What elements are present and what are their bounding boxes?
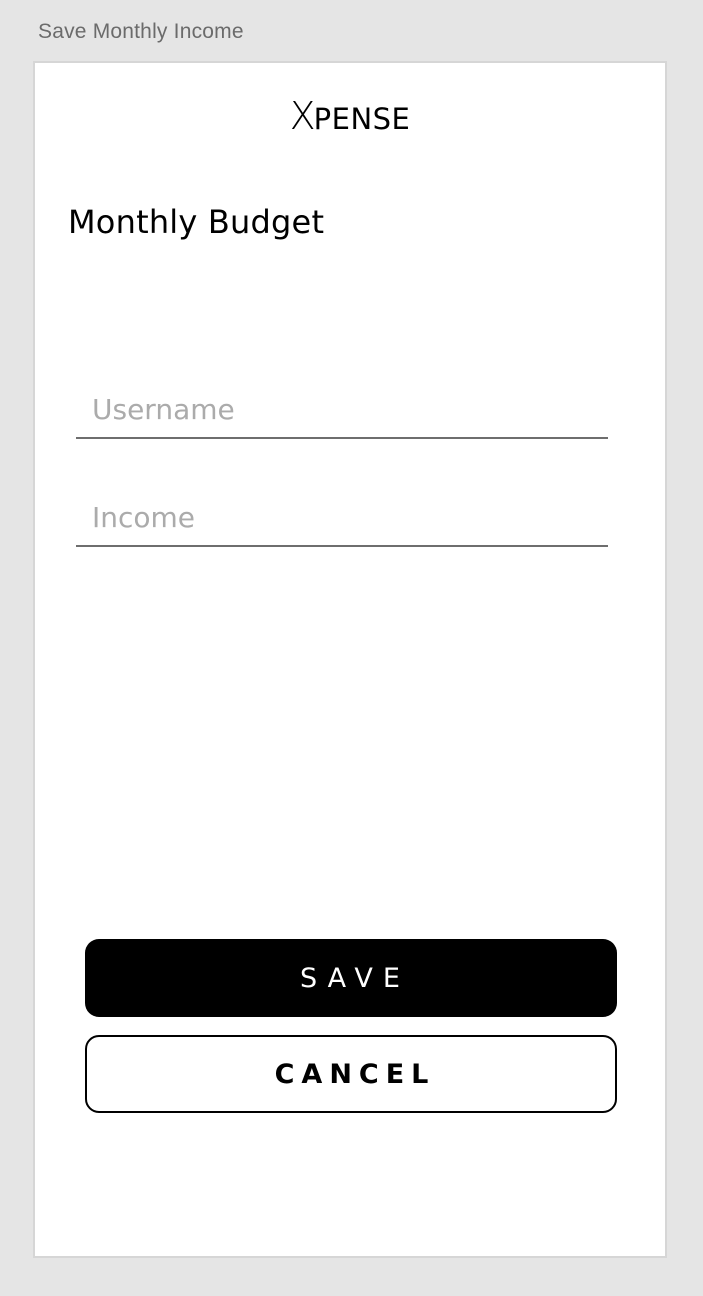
- logo-wordmark: PENSE: [313, 102, 411, 136]
- page-title: Monthly Budget: [68, 203, 325, 241]
- app-logo: XPENSE: [35, 97, 665, 135]
- income-field: [76, 489, 608, 547]
- logo-initial: X: [289, 94, 316, 138]
- cancel-button-label: CANCEL: [274, 1058, 436, 1090]
- app-screen: XPENSE Monthly Budget SAVE CANCEL: [33, 61, 667, 1258]
- username-input[interactable]: [76, 381, 608, 437]
- cancel-button[interactable]: CANCEL: [85, 1035, 617, 1113]
- income-input[interactable]: [76, 489, 608, 545]
- username-field: [76, 381, 608, 439]
- frame-title: Save Monthly Income: [38, 20, 244, 43]
- save-button[interactable]: SAVE: [85, 939, 617, 1017]
- save-button-label: SAVE: [300, 962, 410, 994]
